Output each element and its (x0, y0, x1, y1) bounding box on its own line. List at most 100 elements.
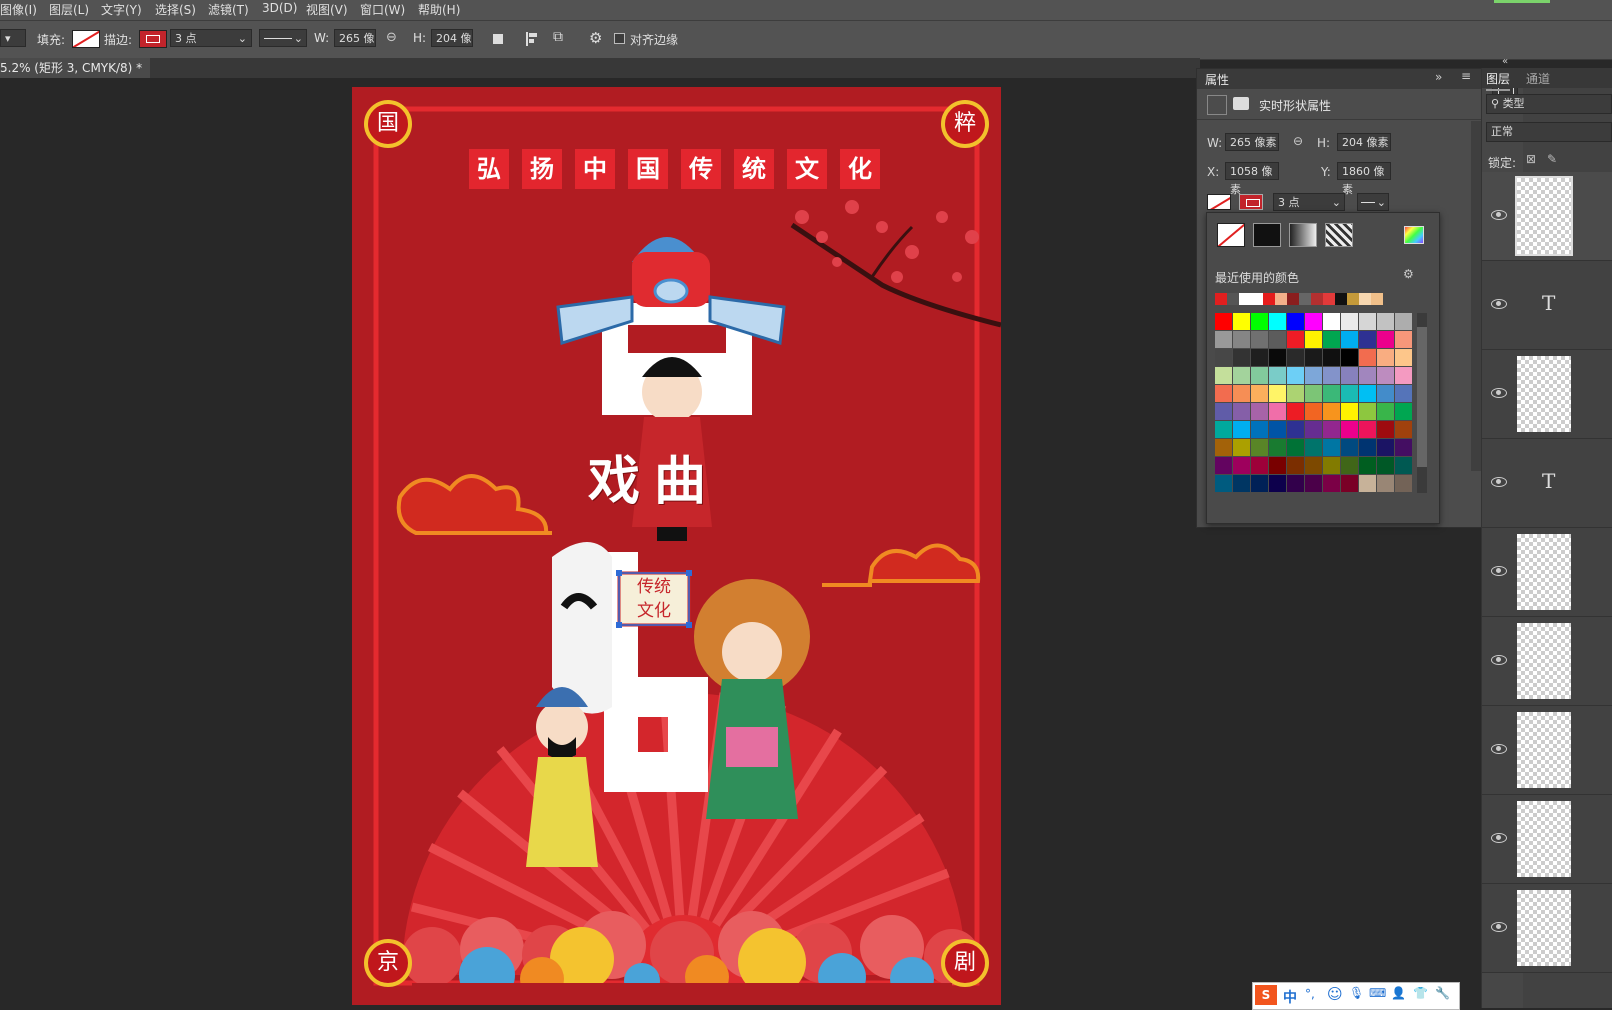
color-swatch[interactable] (1305, 403, 1323, 421)
color-swatch[interactable] (1233, 313, 1251, 331)
color-swatch[interactable] (1377, 385, 1395, 403)
path-align-icon[interactable] (526, 32, 540, 46)
color-swatch[interactable] (1287, 367, 1305, 385)
color-swatch[interactable] (1287, 403, 1305, 421)
recent-color-swatch[interactable] (1359, 293, 1371, 305)
tab-channels[interactable]: 通道 (1526, 70, 1550, 87)
color-swatch[interactable] (1251, 349, 1269, 367)
color-swatch[interactable] (1287, 457, 1305, 475)
visibility-eye-icon[interactable] (1491, 655, 1507, 665)
color-picker-icon[interactable] (1404, 226, 1424, 244)
color-swatch[interactable] (1377, 421, 1395, 439)
pattern-option[interactable] (1325, 223, 1353, 247)
recent-color-swatch[interactable] (1251, 293, 1263, 305)
menu-3d[interactable]: 3D(D) (262, 1, 297, 15)
emoji-icon[interactable]: ☺ (1327, 985, 1343, 1003)
color-swatch[interactable] (1233, 385, 1251, 403)
color-swatch[interactable] (1395, 331, 1413, 349)
layer-thumbnail[interactable] (1517, 712, 1571, 788)
color-swatch[interactable] (1215, 367, 1233, 385)
recent-color-swatch[interactable] (1323, 293, 1335, 305)
color-swatch[interactable] (1305, 475, 1323, 493)
lock-paint-icon[interactable]: ✎ (1547, 152, 1557, 166)
stroke-width-dropdown[interactable]: 3 点 ⌄ (170, 29, 252, 47)
color-swatch[interactable] (1359, 439, 1377, 457)
color-swatch[interactable] (1323, 403, 1341, 421)
collapse-icon[interactable]: » (1435, 70, 1442, 84)
color-swatch[interactable] (1305, 331, 1323, 349)
color-swatch[interactable] (1233, 421, 1251, 439)
poster-artboard[interactable]: 弘 扬 中 国 传 统 文 化 国 粹 京 剧 戏曲 传统 文化 (352, 87, 1001, 1005)
color-swatch[interactable] (1215, 385, 1233, 403)
color-swatch[interactable] (1323, 313, 1341, 331)
recent-color-swatch[interactable] (1311, 293, 1323, 305)
color-swatch[interactable] (1323, 421, 1341, 439)
height-input[interactable]: 204 像 (431, 29, 473, 47)
color-swatch[interactable] (1359, 313, 1377, 331)
color-swatch[interactable] (1269, 313, 1287, 331)
prop-stroke-type-dropdown[interactable]: ⌄ (1357, 193, 1389, 211)
visibility-eye-icon[interactable] (1491, 922, 1507, 932)
keyboard-icon[interactable]: ⌨ (1369, 986, 1386, 1000)
prop-width-input[interactable]: 265 像素 (1225, 133, 1279, 151)
punctuation-icon[interactable]: °, (1305, 987, 1315, 1001)
recent-color-swatch[interactable] (1239, 293, 1251, 305)
fill-swatch[interactable] (72, 30, 100, 48)
prop-height-input[interactable]: 204 像素 (1337, 133, 1391, 151)
color-swatch[interactable] (1323, 367, 1341, 385)
collapse-icon[interactable]: « (1502, 56, 1508, 67)
tab-layers[interactable]: 图层 (1486, 70, 1511, 91)
layer-row[interactable] (1482, 528, 1612, 617)
color-swatch[interactable] (1215, 313, 1233, 331)
color-swatch[interactable] (1341, 331, 1359, 349)
color-swatch[interactable] (1215, 475, 1233, 493)
color-swatch[interactable] (1233, 439, 1251, 457)
layer-row[interactable] (1482, 706, 1612, 795)
recent-color-swatch[interactable] (1371, 293, 1383, 305)
layer-thumbnail[interactable] (1517, 890, 1571, 966)
gear-icon[interactable]: ⚙ (1403, 267, 1414, 281)
visibility-eye-icon[interactable] (1491, 477, 1507, 487)
path-arrange-icon[interactable]: ⧉ (553, 29, 563, 45)
menu-filter[interactable]: 滤镜(T) (208, 1, 249, 18)
visibility-eye-icon[interactable] (1491, 744, 1507, 754)
color-swatch[interactable] (1215, 331, 1233, 349)
wrench-icon[interactable]: 🔧 (1435, 986, 1450, 1000)
color-swatch[interactable] (1377, 367, 1395, 385)
ime-language[interactable]: 中 (1283, 987, 1297, 1007)
color-swatch[interactable] (1377, 313, 1395, 331)
menu-layer[interactable]: 图层(L) (49, 1, 89, 18)
prop-x-input[interactable]: 1058 像素 (1225, 162, 1279, 196)
solid-color-option[interactable] (1253, 223, 1281, 247)
panel-menu-icon[interactable]: ≡ (1461, 69, 1471, 83)
color-swatch[interactable] (1287, 385, 1305, 403)
skin-icon[interactable]: 👕 (1413, 986, 1428, 1000)
color-swatch[interactable] (1323, 439, 1341, 457)
color-swatch[interactable] (1269, 385, 1287, 403)
menu-select[interactable]: 选择(S) (155, 1, 196, 18)
color-swatch[interactable] (1251, 385, 1269, 403)
menu-window[interactable]: 窗口(W) (360, 1, 405, 18)
menu-type[interactable]: 文字(Y) (101, 1, 142, 18)
color-swatch[interactable] (1287, 313, 1305, 331)
color-swatch[interactable] (1305, 421, 1323, 439)
color-swatch[interactable] (1269, 457, 1287, 475)
color-swatch[interactable] (1341, 367, 1359, 385)
layer-row[interactable] (1482, 795, 1612, 884)
prop-stroke-swatch[interactable] (1239, 194, 1263, 210)
color-swatch[interactable] (1269, 475, 1287, 493)
color-swatch[interactable] (1395, 349, 1413, 367)
color-swatch[interactable] (1215, 403, 1233, 421)
layer-thumbnail[interactable] (1517, 801, 1571, 877)
prop-fill-swatch[interactable] (1207, 194, 1231, 210)
color-swatch[interactable] (1305, 367, 1323, 385)
color-swatch[interactable] (1323, 331, 1341, 349)
color-swatch[interactable] (1251, 421, 1269, 439)
color-swatch[interactable] (1251, 313, 1269, 331)
color-swatch[interactable] (1341, 475, 1359, 493)
color-swatch[interactable] (1359, 331, 1377, 349)
color-swatch[interactable] (1305, 457, 1323, 475)
color-swatch[interactable] (1395, 367, 1413, 385)
color-swatch[interactable] (1323, 475, 1341, 493)
color-swatch[interactable] (1359, 349, 1377, 367)
